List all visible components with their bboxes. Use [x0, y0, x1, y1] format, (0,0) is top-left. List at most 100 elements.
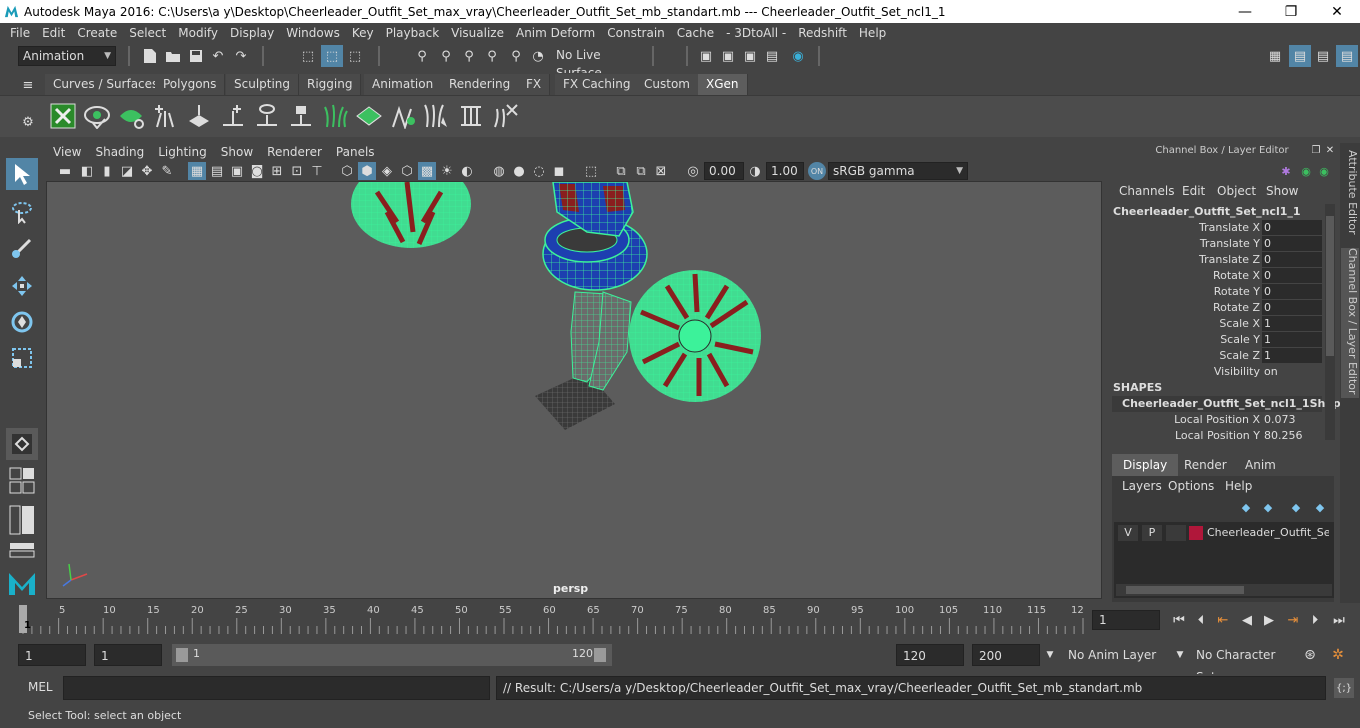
- xgen-lock-guide-icon[interactable]: [286, 100, 316, 132]
- camera-attributes-icon[interactable]: ◧: [78, 162, 96, 180]
- image-plane-icon[interactable]: ◪: [118, 162, 136, 180]
- command-input[interactable]: [63, 676, 490, 700]
- four-view-layout-icon[interactable]: [6, 466, 38, 496]
- snap-grid-icon[interactable]: ⚲: [412, 45, 432, 67]
- vp-menu-view[interactable]: View: [46, 145, 88, 159]
- channel-box-keyed-icon[interactable]: ◉: [1298, 163, 1314, 179]
- grease-pencil-icon[interactable]: ✎: [158, 162, 176, 180]
- bookmark-icon[interactable]: ▮: [98, 162, 116, 180]
- ambient-occlusion-icon[interactable]: ⊠: [652, 162, 670, 180]
- gate-mask-icon[interactable]: ◙: [248, 162, 266, 180]
- step-forward-key-icon[interactable]: ⇥: [1284, 610, 1302, 630]
- new-scene-icon[interactable]: [140, 45, 160, 67]
- menu-modify[interactable]: Modify: [172, 26, 224, 40]
- anim-layer-dropdown[interactable]: No Anim Layer: [1062, 644, 1164, 666]
- move-layer-down-icon[interactable]: ◆: [1260, 500, 1276, 514]
- layer-list-hscrollbar[interactable]: [1116, 584, 1332, 596]
- attr-scale-z-field[interactable]: 1: [1262, 348, 1322, 363]
- range-slider-start-handle[interactable]: [176, 648, 188, 662]
- xgen-grass-icon[interactable]: [320, 100, 350, 132]
- move-layer-up-icon[interactable]: ◆: [1238, 500, 1254, 514]
- paint-select-tool-icon[interactable]: [6, 232, 38, 264]
- channel-box-layer-editor-tab[interactable]: Channel Box / Layer Editor: [1341, 248, 1359, 398]
- single-perspective-layout-icon[interactable]: [6, 428, 38, 460]
- select-camera-icon[interactable]: ⬚: [582, 162, 600, 180]
- channel-box-scrollbar[interactable]: [1325, 204, 1335, 440]
- default-material-icon[interactable]: ◈: [378, 162, 396, 180]
- step-forward-frame-icon[interactable]: ⏵: [1306, 610, 1324, 630]
- xgen-delete-guide-icon[interactable]: [490, 100, 520, 132]
- snap-curve-icon[interactable]: ⚲: [436, 45, 456, 67]
- xray-components-icon[interactable]: ◌: [530, 162, 548, 180]
- exposure-icon[interactable]: ◎: [684, 162, 702, 180]
- cb-menu-edit[interactable]: Edit: [1182, 184, 1205, 198]
- maya-home-icon[interactable]: [6, 566, 38, 598]
- script-language-label[interactable]: MEL: [28, 680, 53, 694]
- range-slider-end-handle[interactable]: [594, 648, 606, 662]
- step-back-key-icon[interactable]: ⇤: [1214, 610, 1232, 630]
- grid-icon[interactable]: ▦: [188, 162, 206, 180]
- attr-local-position-x-field[interactable]: 0.073: [1262, 412, 1322, 427]
- menu-playback[interactable]: Playback: [380, 26, 446, 40]
- menu-cache[interactable]: Cache: [671, 26, 720, 40]
- close-button[interactable]: ✕: [1314, 0, 1360, 23]
- exposure-field[interactable]: 0.00: [704, 162, 744, 180]
- rotate-tool-icon[interactable]: [6, 306, 38, 338]
- close-panel-icon[interactable]: ✕: [1324, 144, 1336, 156]
- render-current-icon[interactable]: ▣: [718, 45, 738, 67]
- vp-menu-lighting[interactable]: Lighting: [151, 145, 214, 159]
- current-frame-field[interactable]: 1: [1092, 610, 1160, 630]
- menu-select[interactable]: Select: [123, 26, 172, 40]
- menu-create[interactable]: Create: [71, 26, 123, 40]
- xgen-place-guide-icon[interactable]: [184, 100, 214, 132]
- outliner-layout-icon[interactable]: [6, 504, 38, 536]
- menu-display[interactable]: Display: [224, 26, 280, 40]
- wireframe-on-shaded-icon[interactable]: ⬡: [398, 162, 416, 180]
- attribute-editor-icon[interactable]: ▤: [1289, 45, 1311, 67]
- animation-end-field[interactable]: 200: [972, 644, 1040, 666]
- attr-translate-x-field[interactable]: 0: [1262, 220, 1322, 235]
- layer-menu-help[interactable]: Help: [1225, 479, 1252, 493]
- menu-3dtoall[interactable]: - 3DtoAll -: [720, 26, 792, 40]
- attr-scale-y-field[interactable]: 1: [1262, 332, 1322, 347]
- field-chart-icon[interactable]: ⊞: [268, 162, 286, 180]
- chevron-down-icon[interactable]: ▼: [1044, 646, 1056, 664]
- xgen-editor-icon[interactable]: [48, 100, 78, 132]
- lights-icon[interactable]: ☀: [438, 162, 456, 180]
- shadows-icon[interactable]: ◐: [458, 162, 476, 180]
- xgen-groom-icon[interactable]: [354, 100, 384, 132]
- tab-polygons[interactable]: Polygons: [155, 74, 226, 95]
- animation-start-field[interactable]: 1: [18, 644, 86, 666]
- xray-joints-icon[interactable]: ●: [510, 162, 528, 180]
- layer-tab-anim[interactable]: Anim: [1234, 454, 1287, 476]
- snap-view-icon[interactable]: ⚲: [482, 45, 502, 67]
- scrollbar-thumb[interactable]: [1126, 586, 1244, 594]
- menu-edit[interactable]: Edit: [36, 26, 71, 40]
- move-tool-icon[interactable]: [6, 270, 38, 302]
- vp-menu-renderer[interactable]: Renderer: [260, 145, 329, 159]
- xgen-add-guide-icon[interactable]: [150, 100, 180, 132]
- lasso-tool-icon[interactable]: [6, 196, 38, 228]
- layer-color-swatch[interactable]: [1189, 526, 1203, 540]
- vp-menu-panels[interactable]: Panels: [329, 145, 382, 159]
- attr-translate-y-field[interactable]: 0: [1262, 236, 1322, 251]
- wireframe-icon[interactable]: ⬡: [338, 162, 356, 180]
- layer-menu-options[interactable]: Options: [1168, 479, 1214, 493]
- 2d-pan-zoom-icon[interactable]: ✥: [138, 162, 156, 180]
- channel-box-driven-icon[interactable]: ◉: [1316, 163, 1332, 179]
- shelf-menu-icon[interactable]: ≡: [20, 76, 36, 94]
- script-editor-icon[interactable]: {;}: [1334, 678, 1354, 698]
- xgen-interactive-groom-icon[interactable]: [388, 100, 418, 132]
- vp-menu-shading[interactable]: Shading: [88, 145, 151, 159]
- xgen-description-icon[interactable]: [116, 100, 146, 132]
- tab-animation[interactable]: Animation: [364, 74, 443, 95]
- layer-menu-layers[interactable]: Layers: [1122, 479, 1162, 493]
- render-settings-icon[interactable]: ▤: [762, 45, 782, 67]
- float-panel-icon[interactable]: ❐: [1310, 144, 1322, 156]
- attr-rotate-y-field[interactable]: 0: [1262, 284, 1322, 299]
- tab-fx-caching[interactable]: FX Caching: [555, 74, 640, 95]
- redo-icon[interactable]: ↷: [231, 45, 251, 67]
- tab-xgen[interactable]: XGen: [698, 74, 748, 95]
- play-forwards-icon[interactable]: ▶: [1260, 610, 1278, 630]
- layer-tab-display[interactable]: Display: [1112, 454, 1179, 476]
